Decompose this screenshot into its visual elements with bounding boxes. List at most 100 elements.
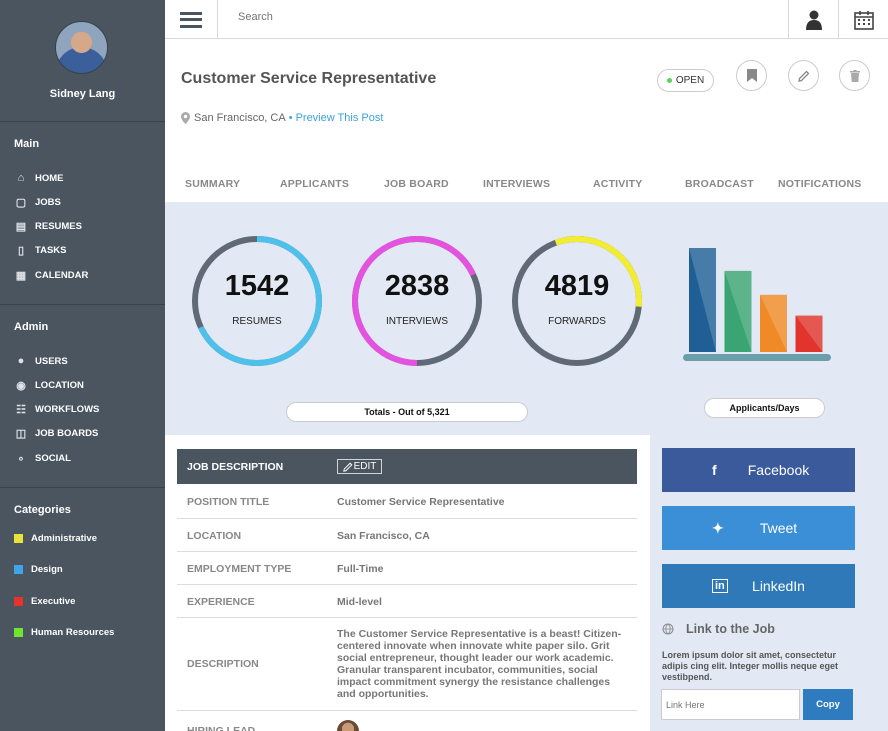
sidebar-item-label: USERS <box>35 355 68 367</box>
tab-broadcast[interactable]: BROADCAST <box>685 178 754 190</box>
facebook-label: Facebook <box>747 462 810 478</box>
sidebar-item-workflows[interactable]: ☷ WORKFLOWS <box>14 402 99 416</box>
tweet-button[interactable]: ✦ Tweet <box>662 506 855 550</box>
category-swatch <box>14 597 23 606</box>
sidebar-item-home[interactable]: ⌂ HOME <box>14 171 64 185</box>
trash-icon <box>849 69 860 82</box>
category-human-resources[interactable]: Human Resources <box>14 627 114 638</box>
category-design[interactable]: Design <box>14 564 63 575</box>
section-title-categories: Categories <box>14 504 71 516</box>
profile-button[interactable] <box>788 0 838 39</box>
table-row: DESCRIPTION The Customer Service Represen… <box>177 618 637 711</box>
hiring-lead-avatar[interactable] <box>337 720 359 731</box>
job-location-line: San Francisco, CA • Preview This Post <box>181 112 383 124</box>
tab-applicants[interactable]: APPLICANTS <box>280 178 349 190</box>
linkedin-button[interactable]: in LinkedIn <box>662 564 855 608</box>
row-value: Customer Service Representative <box>337 496 505 508</box>
table-row: LOCATION San Francisco, CA <box>177 519 637 552</box>
tab-notifications[interactable]: NOTIFICATIONS <box>778 178 861 190</box>
map-pin-icon <box>181 112 190 124</box>
row-key: EMPLOYMENT TYPE <box>187 563 292 575</box>
sidebar-divider <box>0 304 165 305</box>
status-label: OPEN <box>675 75 705 86</box>
table-row: POSITION TITLE Customer Service Represent… <box>177 485 637 519</box>
stat-value: 1542 <box>224 270 290 302</box>
job-description-panel: JOB DESCRIPTION EDIT POSITION TITLE Custo… <box>165 435 650 731</box>
bar-chart-base <box>683 354 831 361</box>
applicants-days-pill: Applicants/Days <box>704 398 825 418</box>
sidebar-item-calendar[interactable]: ▦ CALENDAR <box>14 268 89 282</box>
table-row: HIRING LEAD <box>177 711 637 731</box>
tab-summary[interactable]: SUMMARY <box>185 178 240 190</box>
profile-name: Sidney Lang <box>49 88 116 100</box>
link-input[interactable] <box>661 689 800 720</box>
category-executive[interactable]: Executive <box>14 596 75 607</box>
table-row: EXPERIENCE Mid-level <box>177 585 637 618</box>
page-title: Customer Service Representative <box>181 70 437 87</box>
bookmark-icon <box>746 69 757 82</box>
category-label: Design <box>31 564 63 575</box>
applicants-bar-chart <box>683 248 831 361</box>
totals-pill: Totals - Out of 5,321 <box>286 402 528 422</box>
sidebar-item-label: CALENDAR <box>35 269 89 281</box>
facebook-icon: f <box>712 462 717 478</box>
stat-label: FORWARDS <box>548 316 606 327</box>
table-row: EMPLOYMENT TYPE Full-Time <box>177 552 637 585</box>
row-value: Mid-level <box>337 596 382 608</box>
copy-button[interactable]: Copy <box>803 689 853 720</box>
sidebar-item-resumes[interactable]: ▤ RESUMES <box>14 219 82 233</box>
job-tabs: SUMMARY APPLICANTS JOB BOARD INTERVIEWS … <box>165 178 888 200</box>
profile-section: Sidney Lang <box>0 0 165 122</box>
stat-label: INTERVIEWS <box>385 316 449 327</box>
avatar[interactable] <box>55 21 108 74</box>
menu-button[interactable] <box>165 0 218 39</box>
map-pin-icon: ◉ <box>16 379 26 392</box>
stat-ring-resumes: 1542 RESUMES <box>190 234 324 368</box>
row-value: San Francisco, CA <box>337 530 430 542</box>
row-key: DESCRIPTION <box>187 658 259 670</box>
sidebar-item-label: TASKS <box>35 244 67 256</box>
sidebar-item-tasks[interactable]: ▯ TASKS <box>14 243 67 257</box>
sidebar-item-users[interactable]: ● USERS <box>14 354 68 368</box>
delete-button[interactable] <box>839 60 870 91</box>
status-dot-icon <box>666 78 672 83</box>
stats-panel: 1542 RESUMES 2838 INTERVIEWS 4819 FORWAR… <box>165 202 888 435</box>
section-title-main: Main <box>14 138 40 150</box>
status-badge: OPEN <box>657 69 714 92</box>
linkedin-icon: in <box>712 579 728 593</box>
facebook-button[interactable]: f Facebook <box>662 448 855 492</box>
sidebar-divider <box>0 487 165 488</box>
bookmark-button[interactable] <box>736 60 767 91</box>
category-administrative[interactable]: Administrative <box>14 533 97 544</box>
user-icon: ● <box>17 355 25 367</box>
preview-post-link[interactable]: Preview This Post <box>296 112 384 124</box>
category-swatch <box>14 565 23 574</box>
sidebar-item-label: RESUMES <box>35 220 82 232</box>
tab-interviews[interactable]: INTERVIEWS <box>483 178 550 190</box>
calendar-button[interactable] <box>838 0 888 39</box>
section-title-admin: Admin <box>14 321 49 333</box>
sidebar-item-label: SOCIAL <box>35 452 71 464</box>
resume-icon: ▤ <box>15 220 27 233</box>
search-input[interactable] <box>238 11 538 23</box>
sidebar-item-job-boards[interactable]: ◫ JOB BOARDS <box>14 426 99 440</box>
edit-description-button[interactable]: EDIT <box>337 459 382 474</box>
row-key: HIRING LEAD <box>187 725 256 731</box>
job-header: Customer Service Representative San Fran… <box>165 39 888 202</box>
sidebar-item-location[interactable]: ◉ LOCATION <box>14 378 84 392</box>
stat-ring-interviews: 2838 INTERVIEWS <box>350 234 484 368</box>
edit-button[interactable] <box>788 60 819 91</box>
tab-job-board[interactable]: JOB BOARD <box>384 178 449 190</box>
category-swatch <box>14 628 23 637</box>
job-boards-icon: ◫ <box>15 427 27 440</box>
sidebar-item-jobs[interactable]: ▢ JOBS <box>14 195 61 209</box>
link-description: Lorem ipsum dolor sit amet, consectetur … <box>662 650 839 682</box>
row-value: The Customer Service Representative is a… <box>337 628 622 700</box>
tab-activity[interactable]: ACTIVITY <box>593 178 642 190</box>
stat-value: 2838 <box>384 270 450 302</box>
location-separator: • <box>288 112 293 124</box>
sidebar-item-social[interactable]: ∘ SOCIAL <box>14 451 71 465</box>
edit-label: EDIT <box>353 461 377 472</box>
category-label: Human Resources <box>31 627 115 638</box>
row-value: Full-Time <box>337 563 384 575</box>
